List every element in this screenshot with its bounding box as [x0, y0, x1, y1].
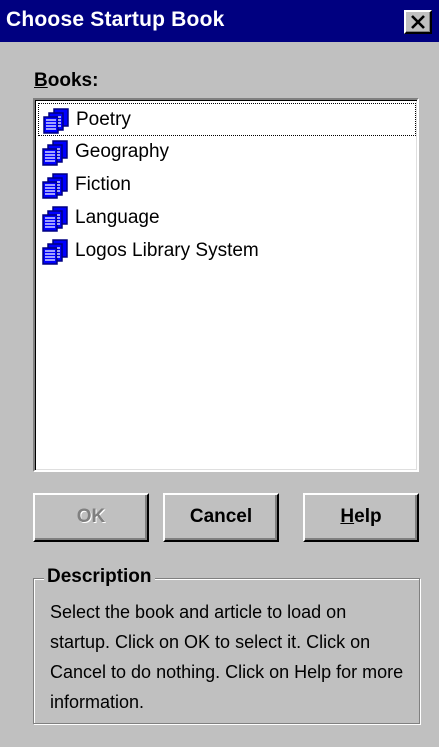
book-stack-icon [42, 206, 68, 232]
list-item-logos-library-system[interactable]: Logos Library System [38, 235, 416, 268]
close-button[interactable] [404, 10, 432, 34]
list-item-label: Geography [75, 141, 170, 162]
books-label-mnemonic: B [34, 70, 48, 91]
ok-button[interactable]: OK [33, 493, 149, 542]
list-item-fiction[interactable]: Fiction [38, 169, 416, 202]
cancel-button[interactable]: Cancel [163, 493, 279, 542]
books-label-rest: ooks: [47, 70, 99, 91]
description-title: Description [44, 566, 155, 588]
help-button[interactable]: Help [303, 493, 419, 542]
title-bar[interactable]: Choose Startup Book [0, 0, 439, 42]
list-item-geography[interactable]: Geography [38, 136, 416, 169]
help-button-rest: elp [354, 506, 382, 527]
list-item-label: Poetry [76, 109, 131, 130]
list-item-label: Fiction [75, 174, 131, 195]
book-stack-icon [42, 173, 68, 199]
books-label: Books: [34, 70, 98, 92]
list-item-label: Language [75, 207, 160, 228]
description-text: Select the book and article to load on s… [50, 602, 404, 712]
books-listbox[interactable]: Poetry Geography Fiction Language Logos … [33, 98, 419, 472]
window-title: Choose Startup Book [6, 8, 225, 31]
list-item-poetry[interactable]: Poetry [38, 103, 416, 136]
list-item-language[interactable]: Language [38, 202, 416, 235]
choose-startup-book-dialog: Choose Startup Book Books: Poetry Geogra… [0, 0, 439, 747]
list-item-label: Logos Library System [75, 240, 259, 261]
book-stack-icon [42, 140, 68, 166]
close-icon [411, 15, 425, 29]
book-stack-icon [43, 108, 69, 134]
help-button-mnemonic: H [340, 506, 355, 527]
book-stack-icon [42, 239, 68, 265]
